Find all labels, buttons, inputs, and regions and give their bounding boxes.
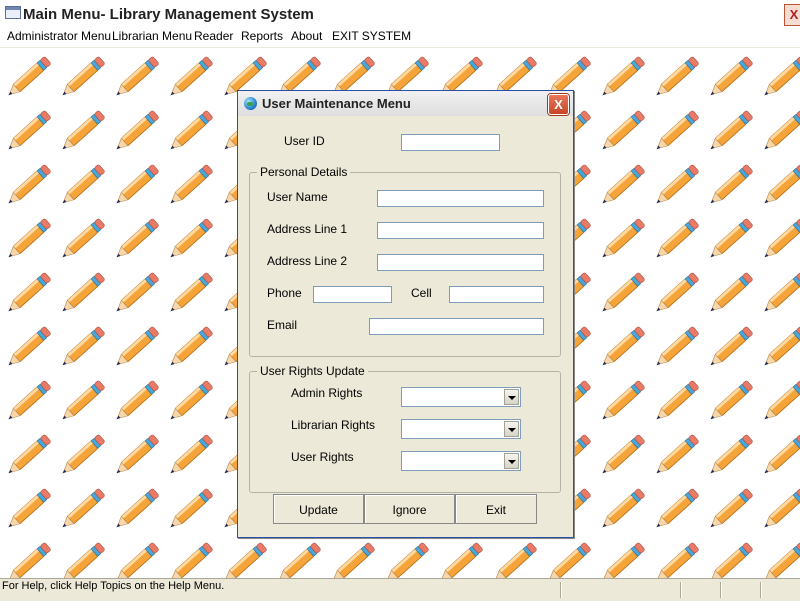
status-bar: For Help, click Help Topics on the Help … bbox=[0, 578, 800, 601]
personal-details-group: Personal Details User Name Address Line … bbox=[249, 165, 561, 357]
email-label: Email bbox=[267, 318, 298, 332]
status-separator bbox=[760, 582, 762, 598]
menu-administrator[interactable]: Administrator Menu bbox=[7, 29, 111, 43]
menu-bar: Administrator Menu Librarian Menu Reader… bbox=[0, 28, 800, 48]
user-id-label: User ID bbox=[284, 134, 325, 148]
address-line-1-field[interactable] bbox=[377, 222, 544, 239]
address-line-2-field[interactable] bbox=[377, 254, 544, 271]
update-button[interactable]: Update bbox=[273, 494, 364, 524]
chevron-down-icon[interactable] bbox=[504, 421, 519, 437]
chevron-down-icon[interactable] bbox=[504, 389, 519, 405]
status-separator bbox=[560, 582, 562, 598]
dialog-title: User Maintenance Menu bbox=[262, 96, 411, 111]
main-window-title: Main Menu- Library Management System bbox=[23, 6, 314, 23]
user-rights-label: User Rights bbox=[291, 450, 354, 464]
dialog-title-bar[interactable]: User Maintenance Menu X bbox=[238, 91, 573, 116]
address-line-2-label: Address Line 2 bbox=[267, 254, 348, 268]
ignore-button[interactable]: Ignore bbox=[364, 494, 455, 524]
librarian-rights-label: Librarian Rights bbox=[291, 418, 376, 432]
app-window-icon bbox=[5, 6, 21, 19]
cell-field[interactable] bbox=[449, 286, 544, 303]
menu-reports[interactable]: Reports bbox=[241, 29, 283, 43]
user-name-label: User Name bbox=[267, 190, 328, 204]
globe-icon bbox=[244, 97, 257, 110]
status-separator bbox=[720, 582, 722, 598]
dialog-close-button[interactable]: X bbox=[548, 94, 569, 115]
main-title-bar: Main Menu- Library Management System X bbox=[0, 0, 800, 28]
menu-exit-system[interactable]: EXIT SYSTEM bbox=[332, 29, 411, 43]
user-maintenance-dialog: User Maintenance Menu X User ID Personal… bbox=[237, 90, 574, 538]
cell-label: Cell bbox=[411, 286, 432, 300]
status-text: For Help, click Help Topics on the Help … bbox=[2, 580, 225, 592]
menu-about[interactable]: About bbox=[291, 29, 322, 43]
status-separator bbox=[680, 582, 682, 598]
menu-reader[interactable]: Reader bbox=[194, 29, 233, 43]
librarian-rights-select[interactable] bbox=[401, 419, 521, 439]
user-rights-legend: User Rights Update bbox=[257, 364, 368, 378]
user-name-field[interactable] bbox=[377, 190, 544, 207]
dialog-body: User ID Personal Details User Name Addre… bbox=[241, 117, 568, 531]
email-field[interactable] bbox=[369, 318, 544, 335]
chevron-down-icon[interactable] bbox=[504, 453, 519, 469]
exit-button[interactable]: Exit bbox=[455, 494, 537, 524]
address-line-1-label: Address Line 1 bbox=[267, 222, 348, 236]
user-rights-group: User Rights Update Admin Rights Libraria… bbox=[249, 364, 561, 493]
personal-details-legend: Personal Details bbox=[257, 165, 351, 179]
phone-label: Phone bbox=[267, 286, 302, 300]
menu-librarian[interactable]: Librarian Menu bbox=[112, 29, 192, 43]
main-close-button[interactable]: X bbox=[784, 4, 800, 26]
admin-rights-select[interactable] bbox=[401, 387, 521, 407]
user-rights-select[interactable] bbox=[401, 451, 521, 471]
user-id-field[interactable] bbox=[401, 134, 500, 151]
admin-rights-label: Admin Rights bbox=[291, 386, 363, 400]
phone-field[interactable] bbox=[313, 286, 392, 303]
